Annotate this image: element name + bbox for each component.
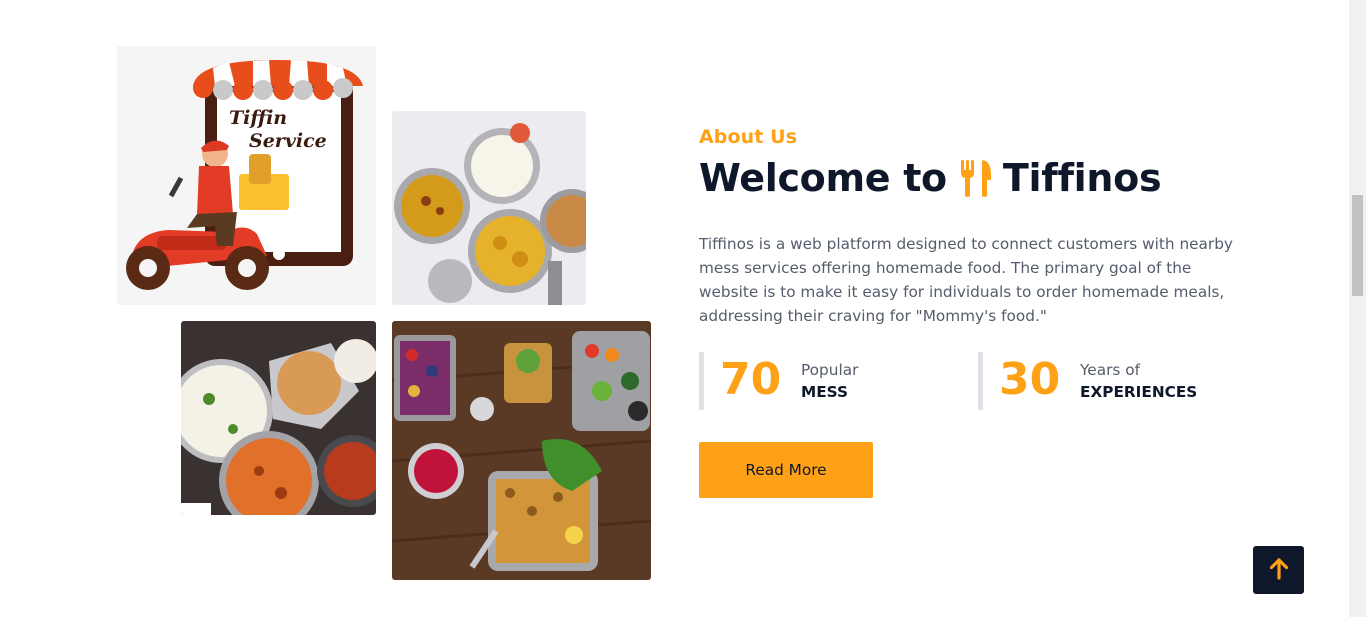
stat-years-experience: 30 Years of EXPERIENCES <box>978 352 1253 410</box>
about-description: Tiffinos is a web platform designed to c… <box>699 235 1233 325</box>
stat-number: 70 <box>720 354 782 405</box>
section-eyebrow: About Us <box>699 126 798 148</box>
svg-text:Service: Service <box>249 130 327 152</box>
page-title: Welcome to Tiffinos <box>699 156 1162 200</box>
read-more-button[interactable]: Read More <box>699 442 873 498</box>
svg-text:Tiffin: Tiffin <box>229 107 287 129</box>
title-brand: Tiffinos <box>1002 156 1162 200</box>
stat-popular-mess: 70 Popular MESS <box>699 352 974 410</box>
back-to-top-button[interactable] <box>1253 546 1304 594</box>
scrollbar-thumb[interactable] <box>1352 195 1363 296</box>
page-scrollbar[interactable] <box>1349 0 1366 617</box>
stat-label-top: Popular <box>801 361 859 379</box>
arrow-up-icon <box>1269 557 1289 583</box>
meal-boxes-image <box>392 321 651 580</box>
stat-number: 30 <box>999 354 1061 405</box>
thali-food-image <box>392 111 586 305</box>
utensils-icon <box>959 158 993 198</box>
stat-label-top: Years of <box>1080 361 1140 379</box>
title-prefix: Welcome to <box>699 156 947 200</box>
rice-and-curry-image <box>181 321 376 515</box>
tiffin-service-image: Tiffin Service <box>117 46 376 305</box>
stat-label-bottom: EXPERIENCES <box>1080 383 1198 401</box>
stat-label-bottom: MESS <box>801 383 849 401</box>
